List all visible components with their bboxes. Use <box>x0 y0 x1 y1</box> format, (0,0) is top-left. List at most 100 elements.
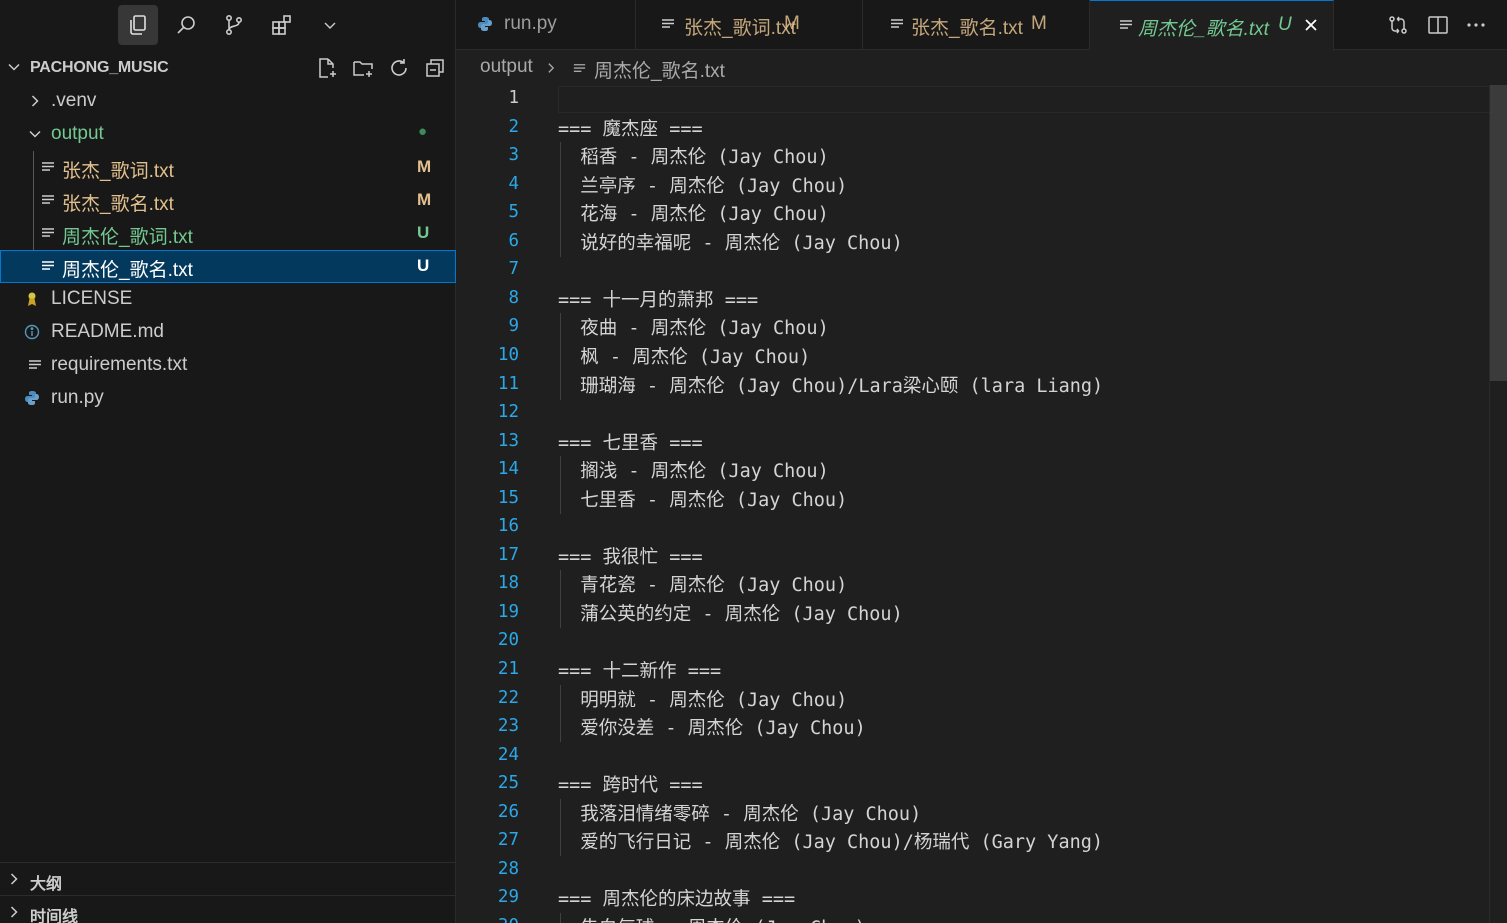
git-status-badge: U <box>417 256 430 275</box>
code-line: 告白气球 - 周杰伦 (Jay Chou) <box>558 914 865 923</box>
line-number: 30 <box>456 916 519 923</box>
tab-bar: run.py 张杰_歌词.txt M 张杰_歌名.txt M 周杰伦_歌名.tx… <box>456 0 1507 51</box>
breadcrumb-folder[interactable]: output <box>480 56 533 78</box>
tree-item-label: 张杰_歌词.txt <box>62 161 174 182</box>
split-editor-icon[interactable] <box>1426 13 1450 37</box>
close-icon[interactable] <box>1302 16 1320 34</box>
tab-label: 张杰_歌名.txt <box>911 18 1023 39</box>
text-file-icon <box>42 228 54 237</box>
code-line: === 周杰伦的床边故事 === <box>558 889 796 910</box>
code-line: === 我很忙 === <box>558 547 703 568</box>
line-number: 20 <box>497 630 519 650</box>
more-views-button[interactable] <box>310 5 350 45</box>
code-line: === 跨时代 === <box>558 775 703 796</box>
line-number: 19 <box>497 602 519 622</box>
indent-guide <box>560 599 561 628</box>
tab-jaychou-titles-active[interactable]: 周杰伦_歌名.txt U <box>1090 0 1334 51</box>
line-number: 3 <box>508 145 519 165</box>
indent-guide <box>560 456 561 485</box>
refresh-icon[interactable] <box>387 56 411 80</box>
tab-zhangjie-titles[interactable]: 张杰_歌名.txt M <box>863 0 1090 50</box>
code-line: 青花瓷 - 周杰伦 (Jay Chou) <box>558 575 848 596</box>
collapse-all-icon[interactable] <box>423 56 447 80</box>
tree-item-output[interactable]: output ● <box>0 118 456 151</box>
code-line: === 十一月的萧邦 === <box>558 290 759 311</box>
line-number: 1 <box>508 88 519 108</box>
line-number: 5 <box>508 202 519 222</box>
line-number: 15 <box>497 488 519 508</box>
explorer-header[interactable]: PACHONG_MUSIC <box>0 50 456 84</box>
source-control-button[interactable] <box>214 5 254 45</box>
tab-label: 周杰伦_歌名.txt <box>1138 19 1269 40</box>
tree-item-label: README.md <box>51 321 164 342</box>
code-line: 搁浅 - 周杰伦 (Jay Chou) <box>558 461 829 482</box>
outline-panel-header[interactable]: 大纲 <box>0 862 456 895</box>
indent-guide <box>560 199 561 228</box>
tree-item-file[interactable]: 张杰_歌名.txt M <box>0 184 456 217</box>
code-line: 爱的飞行日记 - 周杰伦 (Jay Chou)/杨瑞代 (Gary Yang) <box>558 832 1104 853</box>
git-status-dot: ● <box>418 123 428 140</box>
search-button[interactable] <box>166 5 206 45</box>
new-folder-icon[interactable] <box>351 56 375 80</box>
indent-guide <box>560 228 561 257</box>
tab-run-py[interactable]: run.py <box>456 0 636 50</box>
tab-zhangjie-lyrics[interactable]: 张杰_歌词.txt M <box>636 0 863 50</box>
line-number: 24 <box>497 745 519 765</box>
git-status-badge: M <box>417 190 432 209</box>
text-file-icon <box>573 64 586 72</box>
line-number: 18 <box>497 573 519 593</box>
line-number: 7 <box>508 259 519 279</box>
more-actions-icon[interactable] <box>1464 13 1488 37</box>
indent-guide <box>560 713 561 742</box>
code-line: 爱你没差 - 周杰伦 (Jay Chou) <box>558 718 866 739</box>
tree-item-venv[interactable]: .venv <box>0 85 456 118</box>
tab-status: U <box>1278 14 1292 35</box>
line-number: 4 <box>508 174 519 194</box>
tree-item-label: run.py <box>51 387 104 408</box>
tree-item-file-selected[interactable]: 周杰伦_歌名.txt U <box>0 250 456 283</box>
timeline-panel-header[interactable]: 时间线 <box>0 895 456 923</box>
code-line: 我落泪情绪零碎 - 周杰伦 (Jay Chou) <box>558 804 922 825</box>
line-number: 28 <box>497 859 519 879</box>
breadcrumb-file[interactable]: 周杰伦_歌名.txt <box>594 56 725 83</box>
workspace-title: PACHONG_MUSIC <box>30 59 169 76</box>
compare-changes-icon[interactable] <box>1386 13 1410 37</box>
line-number: 27 <box>497 830 519 850</box>
code-editor[interactable]: 1 2 3 4 5 6 7 8 9 10 11 12 13 14 15 16 17 18 19 20 21 22 23 24 2… <box>456 85 1507 923</box>
files-icon <box>130 15 146 35</box>
vertical-scrollbar-thumb[interactable] <box>1490 85 1507 381</box>
tree-item-label: 周杰伦_歌词.txt <box>62 227 193 248</box>
text-file-icon <box>891 19 903 28</box>
tab-status: M <box>1031 13 1047 34</box>
indent-guide <box>560 371 561 400</box>
new-file-icon[interactable] <box>315 56 339 80</box>
tree-item-label: output <box>51 123 104 144</box>
extensions-button[interactable] <box>262 5 302 45</box>
indent-guide <box>560 913 561 923</box>
line-number: 2 <box>508 117 519 137</box>
info-icon <box>24 324 40 340</box>
tab-label: run.py <box>504 13 557 34</box>
tree-item-label: .venv <box>51 90 97 111</box>
tree-item-file[interactable]: requirements.txt <box>0 349 456 382</box>
git-status-badge: M <box>417 157 432 176</box>
text-file-icon <box>29 360 41 369</box>
tree-item-file[interactable]: LICENSE <box>0 283 456 316</box>
explorer-button[interactable] <box>118 5 158 45</box>
text-file-icon <box>662 19 674 28</box>
indent-guide <box>560 570 561 599</box>
tree-item-file[interactable]: README.md <box>0 316 456 349</box>
chevron-right-icon <box>10 873 18 885</box>
chevron-right-icon <box>31 95 39 107</box>
tree-item-file[interactable]: 周杰伦_歌词.txt U <box>0 217 456 250</box>
line-number: 25 <box>497 773 519 793</box>
tree-item-file[interactable]: run.py <box>0 382 456 415</box>
line-number: 21 <box>497 659 519 679</box>
chevron-down-icon <box>29 130 41 138</box>
python-icon <box>478 17 492 31</box>
tree-item-file[interactable]: 张杰_歌词.txt M <box>0 151 456 184</box>
indent-guide <box>560 142 561 171</box>
tab-status: M <box>784 13 800 34</box>
line-number: 11 <box>497 374 519 394</box>
line-number: 22 <box>497 688 519 708</box>
